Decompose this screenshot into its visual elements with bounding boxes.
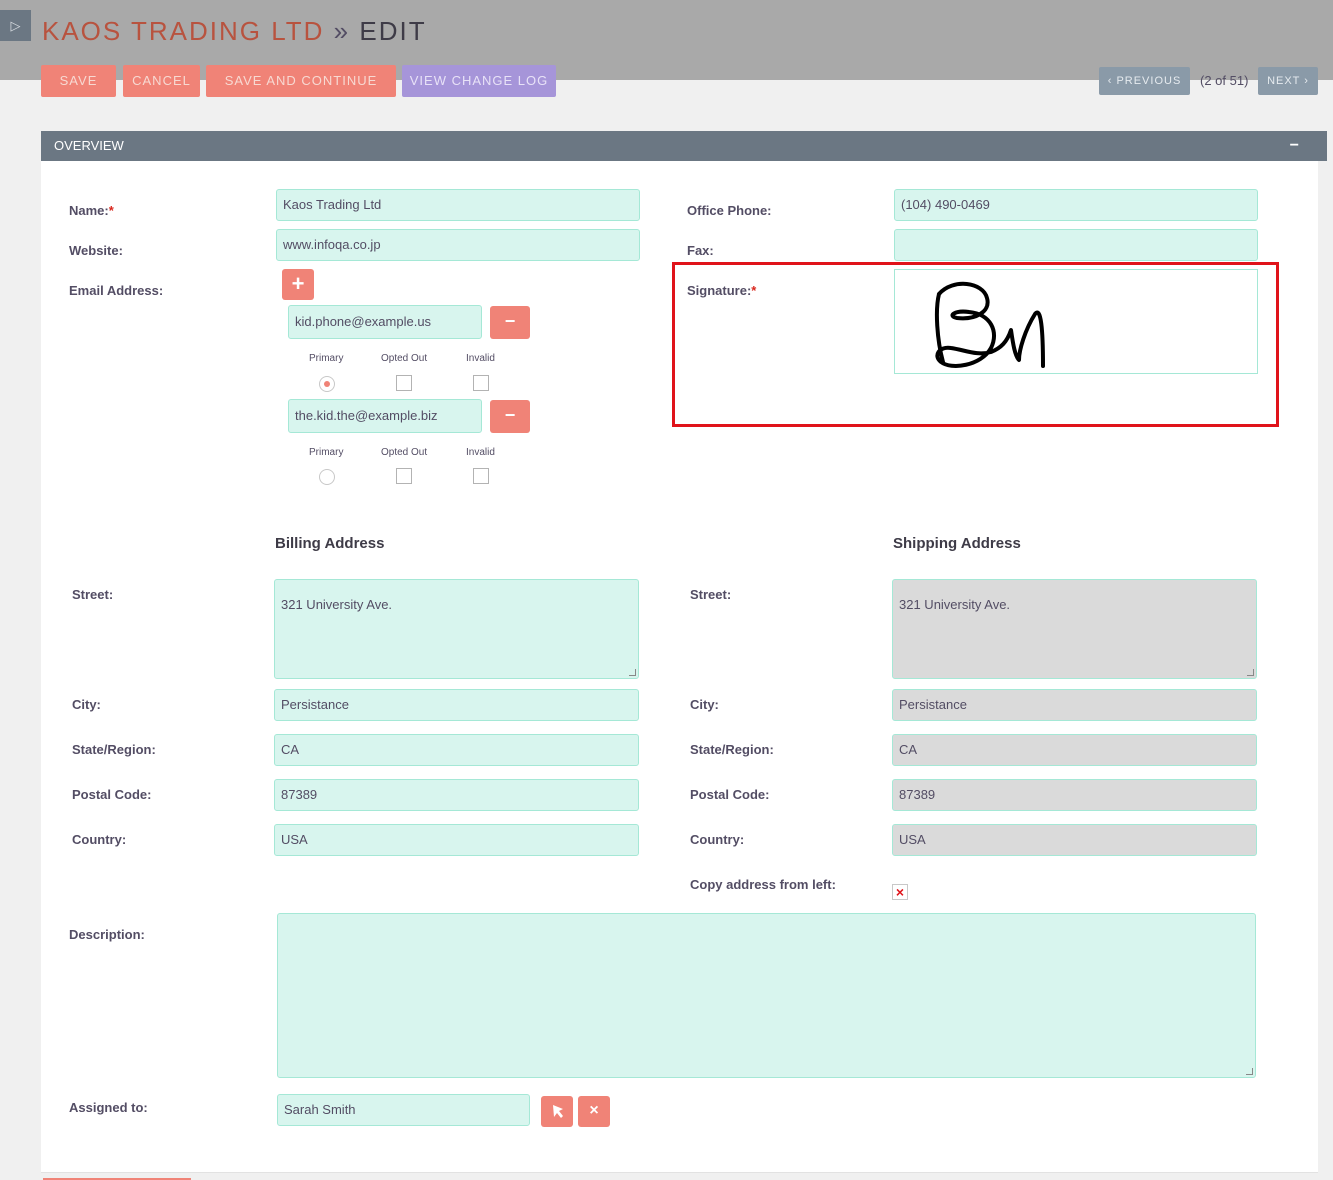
previous-button[interactable]: ‹ PREVIOUS (1099, 67, 1190, 95)
chevron-left-icon: ‹ (1107, 75, 1113, 87)
resize-handle-icon[interactable] (1246, 1068, 1253, 1075)
shipping-street-value: 321 University Ave. (899, 597, 1011, 612)
invalid-checkbox-1[interactable] (473, 375, 489, 391)
primary-radio-1[interactable] (319, 376, 335, 392)
billing-country-input[interactable]: USA (274, 824, 639, 856)
next-button[interactable]: NEXT › (1258, 67, 1318, 95)
office-phone-label: Office Phone: (687, 203, 772, 218)
chevron-right-icon: › (1304, 75, 1309, 87)
required-marker: * (108, 203, 114, 218)
assigned-to-input[interactable]: Sarah Smith (277, 1094, 530, 1126)
close-icon: × (589, 1102, 599, 1119)
assigned-to-label: Assigned to: (69, 1100, 148, 1115)
plus-icon: + (291, 271, 305, 296)
cursor-arrow-icon (553, 1105, 563, 1118)
select-user-button[interactable] (541, 1096, 573, 1127)
minus-icon: − (504, 405, 516, 425)
billing-address-heading: Billing Address (275, 535, 385, 552)
website-input[interactable]: www.infoqa.co.jp (276, 229, 640, 261)
name-label: Name:* (69, 203, 114, 218)
record-count: (2 of 51) (1200, 73, 1249, 88)
resize-handle-icon[interactable] (629, 669, 636, 676)
shipping-country-input: USA (892, 824, 1257, 856)
cancel-button[interactable]: CANCEL (123, 65, 200, 97)
resize-handle-icon (1247, 669, 1254, 676)
remove-email-button-2[interactable]: − (490, 400, 530, 433)
shipping-postal-input: 87389 (892, 779, 1257, 811)
shipping-state-input: CA (892, 734, 1257, 766)
opted-out-checkbox-1[interactable] (396, 375, 412, 391)
bottom-divider (41, 1172, 1318, 1180)
billing-street-input[interactable]: 321 University Ave. (274, 579, 639, 679)
billing-city-label: City: (72, 697, 101, 712)
shipping-street-label: Street: (690, 587, 732, 602)
play-icon: ▷ (10, 18, 21, 33)
fax-label: Fax: (687, 243, 714, 258)
billing-postal-input[interactable]: 87389 (274, 779, 639, 811)
billing-country-label: Country: (72, 832, 127, 847)
overview-panel-header[interactable]: OVERVIEW − (41, 131, 1327, 161)
shipping-street-input: 321 University Ave. (892, 579, 1257, 679)
collapse-icon[interactable]: − (1290, 131, 1299, 161)
signature-highlight-box (672, 262, 1279, 427)
copy-address-checkbox[interactable]: × (892, 884, 908, 900)
title-separator: » (333, 16, 351, 46)
billing-street-label: Street: (72, 587, 114, 602)
opted-out-label: Opted Out (381, 353, 428, 364)
previous-label: PREVIOUS (1116, 75, 1182, 87)
copy-address-label: Copy address from left: (690, 877, 836, 892)
primary-label: Primary (309, 353, 344, 364)
shipping-country-label: Country: (690, 832, 745, 847)
invalid-checkbox-2[interactable] (473, 468, 489, 484)
primary-radio-2[interactable] (319, 469, 335, 485)
billing-street-value: 321 University Ave. (281, 597, 393, 612)
view-change-log-button[interactable]: VIEW CHANGE LOG (402, 65, 556, 97)
save-button[interactable]: SAVE (41, 65, 116, 97)
clear-user-button[interactable]: × (578, 1096, 610, 1127)
view-mode: EDIT (359, 16, 427, 46)
invalid-label: Invalid (466, 447, 495, 458)
name-input[interactable]: Kaos Trading Ltd (276, 189, 640, 221)
billing-state-input[interactable]: CA (274, 734, 639, 766)
primary-label: Primary (309, 447, 344, 458)
save-and-continue-button[interactable]: SAVE AND CONTINUE (206, 65, 396, 97)
shipping-state-label: State/Region: (690, 742, 774, 757)
fax-input[interactable] (894, 229, 1258, 261)
record-name: KAOS TRADING LTD (42, 16, 325, 46)
shipping-city-input: Persistance (892, 689, 1257, 721)
office-phone-input[interactable]: (104) 490-0469 (894, 189, 1258, 221)
email-field-2[interactable]: the.kid.the@example.biz (288, 399, 482, 433)
panel-title: OVERVIEW (54, 138, 124, 153)
billing-city-input[interactable]: Persistance (274, 689, 639, 721)
shipping-city-label: City: (690, 697, 719, 712)
next-label: NEXT (1267, 75, 1301, 87)
description-label: Description: (69, 927, 145, 942)
shipping-address-heading: Shipping Address (893, 535, 1021, 552)
email-field-1[interactable]: kid.phone@example.us (288, 305, 482, 339)
invalid-label: Invalid (466, 353, 495, 364)
description-input[interactable] (277, 913, 1256, 1078)
remove-email-button-1[interactable]: − (490, 306, 530, 339)
email-address-label: Email Address: (69, 283, 164, 298)
close-icon: × (895, 884, 905, 900)
opted-out-label: Opted Out (381, 447, 428, 458)
billing-state-label: State/Region: (72, 742, 156, 757)
page-title: KAOS TRADING LTD » EDIT (42, 16, 427, 47)
add-email-button[interactable]: + (282, 269, 314, 300)
website-label: Website: (69, 243, 123, 258)
opted-out-checkbox-2[interactable] (396, 468, 412, 484)
billing-postal-label: Postal Code: (72, 787, 152, 802)
minus-icon: − (504, 311, 516, 331)
sidebar-toggle-button[interactable]: ▷ (0, 10, 31, 41)
shipping-postal-label: Postal Code: (690, 787, 770, 802)
